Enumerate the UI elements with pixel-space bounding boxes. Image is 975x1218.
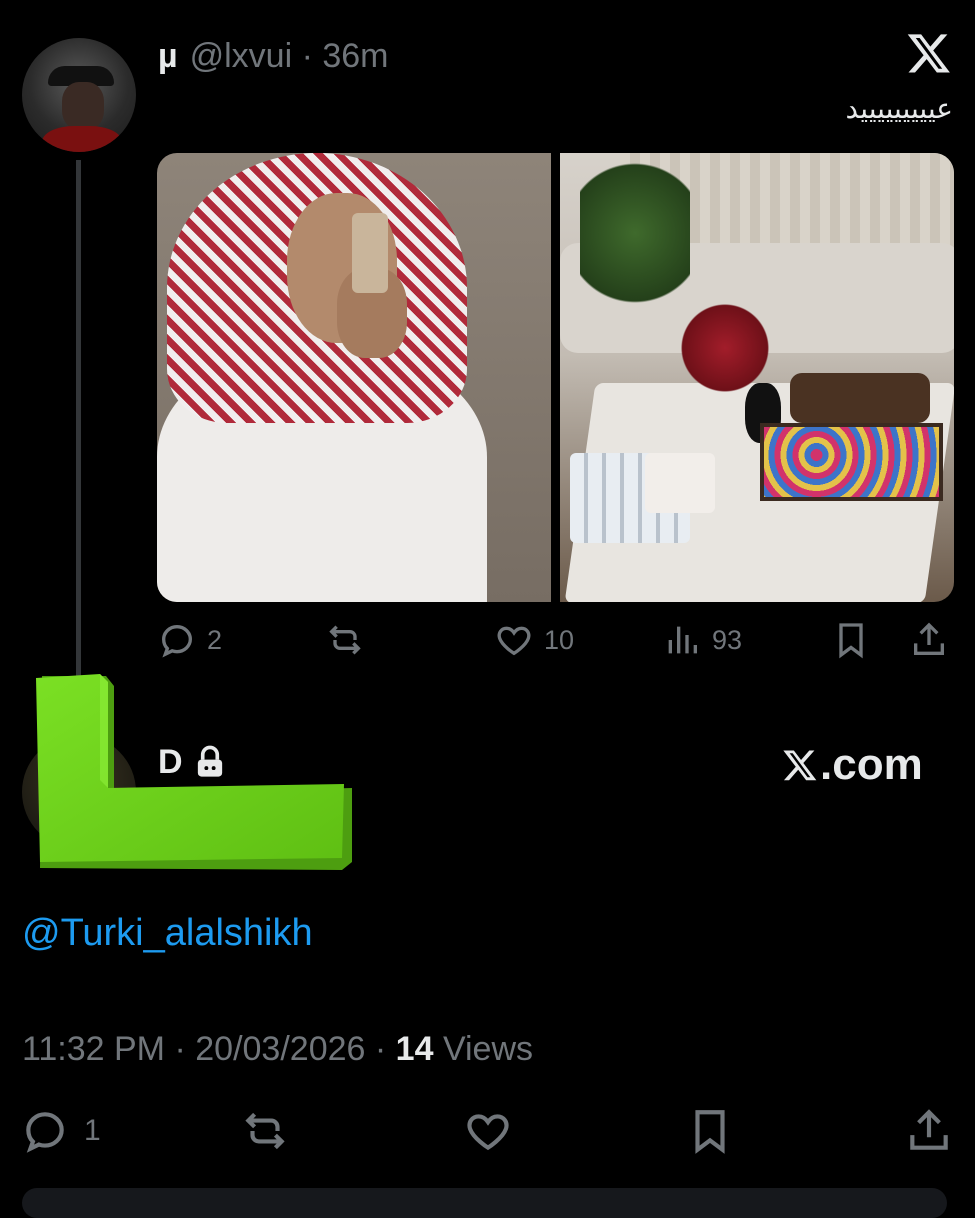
retweet-icon	[329, 625, 361, 655]
views-button[interactable]: 93	[662, 620, 742, 660]
reply-icon	[161, 624, 193, 658]
retweet-button[interactable]	[240, 1106, 290, 1156]
x-logo-icon	[783, 750, 817, 781]
bookmark-button[interactable]	[831, 620, 871, 660]
reply-button[interactable]: 1	[20, 1106, 101, 1156]
reply-button[interactable]: 2	[157, 620, 222, 660]
thread-line	[76, 160, 81, 680]
view-count: 93	[712, 624, 743, 655]
retweet-button[interactable]	[325, 620, 365, 660]
mention-link[interactable]: @Turki_alalshikh	[22, 912, 313, 955]
like-button[interactable]: 10	[494, 620, 574, 660]
bookmark-icon	[695, 1110, 725, 1154]
tweet-actions: 1	[20, 1106, 955, 1160]
share-button[interactable]	[909, 620, 949, 660]
x-com-watermark: .com	[782, 740, 923, 790]
tweet-meta: 11:32 PM · 20/03/2026 · 14 Views	[22, 1030, 534, 1068]
retweet-icon	[245, 1112, 285, 1150]
selfie-photo[interactable]	[157, 153, 551, 602]
views-label: Views	[442, 1030, 534, 1068]
heart-icon	[497, 626, 531, 656]
user-handle[interactable]: @lxvui · 36m	[190, 37, 389, 76]
green-l-shape-overlay	[36, 674, 352, 870]
bookmark-button[interactable]	[685, 1106, 735, 1156]
analytics-icon	[668, 626, 697, 654]
living-room-eid-photo[interactable]	[560, 153, 954, 602]
media-grid[interactable]	[157, 153, 954, 602]
views-count: 14	[395, 1030, 434, 1068]
share-button[interactable]	[904, 1106, 954, 1156]
x-logo-icon[interactable]	[906, 30, 952, 76]
reply-composer-bar[interactable]	[22, 1188, 947, 1218]
like-button[interactable]	[463, 1106, 513, 1156]
reply-count: 2	[207, 624, 223, 655]
tweet-text: عيييييييييد	[845, 92, 953, 125]
share-icon	[914, 622, 944, 655]
like-count: 10	[544, 624, 575, 655]
tweet-header: µ @lxvui · 36m	[158, 36, 389, 76]
avatar[interactable]	[22, 38, 136, 152]
reply-count: 1	[84, 1114, 101, 1147]
watermark-text: .com	[820, 740, 923, 789]
tweet-date[interactable]: 20/03/2026	[195, 1030, 365, 1068]
bookmark-icon	[839, 623, 863, 659]
timestamp[interactable]: 36m	[322, 37, 388, 75]
heart-icon	[467, 1114, 509, 1151]
share-icon	[910, 1109, 948, 1150]
tweet-actions: 2 10 93	[157, 620, 952, 666]
reply-icon	[26, 1112, 64, 1153]
display-name[interactable]: µ	[158, 37, 178, 76]
tweet-time[interactable]: 11:32 PM	[22, 1030, 165, 1068]
